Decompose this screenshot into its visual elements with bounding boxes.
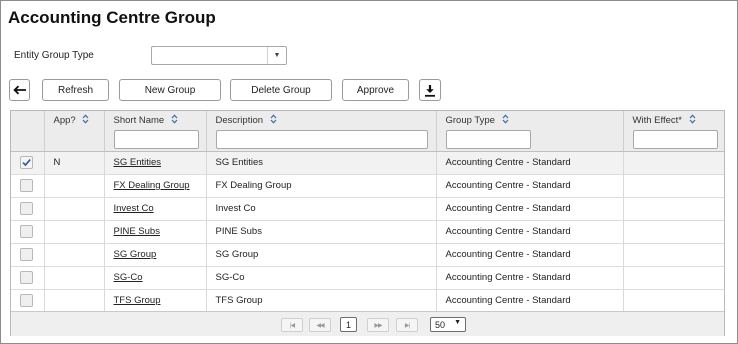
row-checkbox[interactable] [20,225,33,238]
app-cell [44,220,105,244]
short-name-link[interactable]: TFS Group [114,295,161,306]
with-effect-cell [623,174,724,198]
description-cell: SG Entities [206,151,437,175]
chevron-down-icon[interactable]: ▼ [267,47,286,64]
group-type-cell: Accounting Centre - Standard [436,151,624,175]
app-cell [44,174,105,198]
short-name-link[interactable]: SG-Co [114,272,143,283]
with-effect-cell [623,266,724,290]
app-cell: N [44,151,105,175]
download-icon [425,84,435,97]
sort-icon[interactable] [270,114,277,124]
entity-group-type-label: Entity Group Type [14,50,94,61]
group-type-cell: Accounting Centre - Standard [436,220,624,244]
description-cell: SG-Co [206,266,437,290]
short-name-link[interactable]: Invest Co [114,203,154,214]
chevron-down-icon: ▼ [454,319,461,326]
approve-button[interactable]: Approve [342,79,409,101]
short-name-link[interactable]: SG Group [114,249,157,260]
table-row[interactable]: SG Group SG Group Accounting Centre - Stan… [11,243,724,267]
next-page-button[interactable]: ▶▶ [367,318,389,332]
short-name-filter-input[interactable] [113,130,199,149]
arrow-left-icon [12,85,26,95]
column-header-app[interactable]: App? [44,111,105,152]
description-cell: Invest Co [206,197,437,221]
column-header-description[interactable]: Description [206,111,437,152]
sort-icon[interactable] [502,114,509,124]
description-cell: SG Group [206,243,437,267]
table-row[interactable]: FX Dealing Group FX Dealing Group Accounti… [11,174,724,198]
first-page-button[interactable]: |◀ [281,318,303,332]
with-effect-cell [623,243,724,267]
pagination-bar: |◀ ◀◀ 1 ▶▶ ▶| 50 ▼ [11,311,724,336]
prev-page-button[interactable]: ◀◀ [309,318,331,332]
short-name-link[interactable]: SG Entities [114,157,162,168]
with-effect-cell [623,197,724,221]
page-size-select[interactable]: 50 ▼ [430,317,466,332]
app-cell [44,266,105,290]
back-button[interactable] [9,79,30,101]
group-table: App? Short Name Description Group Type W… [10,110,725,336]
table-row[interactable]: SG-Co SG-Co Accounting Centre - Standard [11,266,724,290]
table-row[interactable]: TFS Group TFS Group Accounting Centre - St… [11,289,724,313]
row-checkbox[interactable] [20,156,33,169]
table-row[interactable]: Invest Co Invest Co Accounting Centre - St… [11,197,724,221]
description-filter-input[interactable] [215,130,428,149]
delete-group-button[interactable]: Delete Group [230,79,332,101]
app-cell [44,243,105,267]
row-checkbox[interactable] [20,271,33,284]
sort-icon[interactable] [171,114,178,124]
new-group-button[interactable]: New Group [119,79,221,101]
with-effect-cell [623,220,724,244]
group-type-cell: Accounting Centre - Standard [436,289,624,313]
description-cell: PINE Subs [206,220,437,244]
group-type-filter-input[interactable] [445,130,531,149]
row-checkbox[interactable] [20,202,33,215]
column-header-with-effect[interactable]: With Effect* [623,111,724,152]
entity-group-type-select[interactable]: ▼ [151,46,287,65]
group-type-cell: Accounting Centre - Standard [436,197,624,221]
description-cell: TFS Group [206,289,437,313]
app-cell [44,197,105,221]
row-checkbox[interactable] [20,248,33,261]
group-type-cell: Accounting Centre - Standard [436,266,624,290]
column-header-group-type[interactable]: Group Type [436,111,624,152]
page-size-value: 50 [435,319,446,330]
group-type-cell: Accounting Centre - Standard [436,243,624,267]
app-cell [44,289,105,313]
refresh-button[interactable]: Refresh [42,79,109,101]
with-effect-cell [623,289,724,313]
checkmark-icon [22,159,31,167]
last-page-button[interactable]: ▶| [396,318,418,332]
group-type-cell: Accounting Centre - Standard [436,174,624,198]
page-title: Accounting Centre Group [8,8,216,27]
table-row[interactable]: PINE Subs PINE Subs Accounting Centre - St… [11,220,724,244]
description-cell: FX Dealing Group [206,174,437,198]
row-checkbox[interactable] [20,179,33,192]
select-column-header [11,111,45,152]
short-name-link[interactable]: FX Dealing Group [114,180,190,191]
with-effect-cell [623,151,724,175]
with-effect-filter-input[interactable] [632,130,718,149]
short-name-link[interactable]: PINE Subs [114,226,160,237]
table-row[interactable]: N SG Entities SG Entities Accounting Centre… [11,151,724,175]
window: Accounting Centre Group Entity Group Typ… [0,0,738,344]
page-number[interactable]: 1 [340,317,357,332]
sort-icon[interactable] [689,114,696,124]
sort-icon[interactable] [82,114,89,124]
column-header-short-name[interactable]: Short Name [104,111,207,152]
row-checkbox[interactable] [20,294,33,307]
download-button[interactable] [419,79,441,101]
